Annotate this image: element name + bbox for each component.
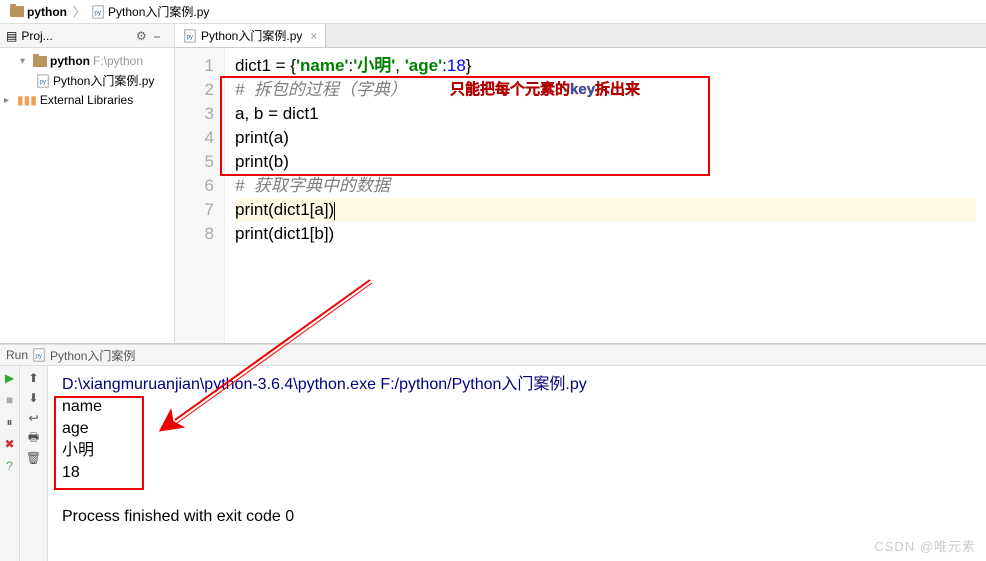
up-icon[interactable]: ⬆ [26,370,42,386]
svg-text:py: py [95,9,102,16]
folder-icon [33,56,47,67]
chevron-down-icon[interactable]: ▾ [20,56,30,67]
tree-external-libs-label: External Libraries [40,93,133,107]
line-number: 4 [179,126,214,150]
code-editor[interactable]: 1 2 3 4 5 6 7 8 dict1 = {'name':'小明', 'a… [175,48,986,343]
python-file-icon: py [36,74,50,88]
project-title-icon: ▤ [6,29,17,43]
project-header: ▤ Proj... ⚙ ⎯ [0,24,174,48]
close-icon[interactable]: × [310,29,317,43]
line-number: 1 [179,54,214,78]
tree-root-label: python [50,54,90,68]
line-gutter: 1 2 3 4 5 6 7 8 [175,48,225,343]
tree-file[interactable]: py Python入门案例.py [0,70,174,91]
pause-icon[interactable]: ⏸ [2,414,18,430]
run-toolbar-left: ▶ ■ ⏸ ✖ ? [0,366,20,561]
tree-file-label: Python入门案例.py [53,72,154,89]
tree-root-path: F:\python [93,54,143,68]
python-file-icon: py [91,5,105,19]
line-number: 3 [179,102,214,126]
tab-python-file[interactable]: py Python入门案例.py × [175,24,326,47]
code-line: a, b = dict1 [235,102,976,126]
editor-area: py Python入门案例.py × 1 2 3 4 5 6 7 8 dict1… [175,24,986,343]
console-line: 小明 [62,440,972,462]
hide-icon[interactable]: ⎯ [154,29,168,43]
trash-icon[interactable]: 🗑 [26,450,42,466]
code-line: # 拆包的过程（字典） [235,78,976,102]
code-line: dict1 = {'name':'小明', 'age':18} [235,54,976,78]
tree-root[interactable]: ▾ python F:\python [0,52,174,70]
python-file-icon: py [32,348,46,362]
breadcrumb-file[interactable]: py Python入门案例.py [87,3,213,20]
breadcrumb-file-label: Python入门案例.py [108,3,209,20]
print-icon[interactable]: 🖶 [26,430,42,446]
code-line: print(a) [235,126,976,150]
code-line: print(dict1[a]) [235,198,976,222]
rerun-icon[interactable]: ▶ [2,370,18,386]
text-caret [334,202,335,220]
code-line: print(b) [235,150,976,174]
breadcrumb-project-label: python [27,5,67,19]
code-content[interactable]: dict1 = {'name':'小明', 'age':18} # 拆包的过程（… [225,48,986,343]
project-title: Proj... [21,29,52,43]
chevron-right-icon[interactable]: ▸ [4,95,14,106]
console-exit: Process finished with exit code 0 [62,506,972,528]
line-number: 7 [179,198,214,222]
project-tool-window: ▤ Proj... ⚙ ⎯ ▾ python F:\python py Pyth… [0,24,175,343]
console-line: name [62,396,972,418]
console-command: D:\xiangmuruanjian\python-3.6.4\python.e… [62,374,972,396]
run-toolbar-right: ⬆ ⬇ ↩ 🖶 🗑 [20,366,48,561]
console-output[interactable]: D:\xiangmuruanjian\python-3.6.4\python.e… [48,366,986,561]
project-tree[interactable]: ▾ python F:\python py Python入门案例.py ▸ ▮▮… [0,48,174,343]
line-number: 8 [179,222,214,246]
svg-text:py: py [187,33,194,40]
stop-icon[interactable]: ■ [2,392,18,408]
breadcrumb-project[interactable]: python [6,5,71,19]
console-line: 18 [62,462,972,484]
close-icon[interactable]: ✖ [2,436,18,452]
python-file-icon: py [183,29,197,43]
breadcrumb: python 〉 py Python入门案例.py [0,0,986,24]
run-tool-window: Run py Python入门案例 ▶ ■ ⏸ ✖ ? ⬆ ⬇ ↩ 🖶 🗑 D:… [0,344,986,561]
line-number: 6 [179,174,214,198]
tree-external-libs[interactable]: ▸ ▮▮▮ External Libraries [0,91,174,109]
help-icon[interactable]: ? [2,458,18,474]
run-header: Run py Python入门案例 [0,344,986,366]
code-line: # 获取字典中的数据 [235,174,976,198]
tab-label: Python入门案例.py [201,27,302,44]
editor-tabs: py Python入门案例.py × [175,24,986,48]
run-header-prefix: Run [6,348,28,362]
code-line: print(dict1[b]) [235,222,976,246]
wrap-icon[interactable]: ↩ [26,410,42,426]
folder-icon [10,6,24,17]
svg-text:py: py [40,78,47,85]
line-number: 5 [179,150,214,174]
library-icon: ▮▮▮ [17,93,37,107]
down-icon[interactable]: ⬇ [26,390,42,406]
chevron-right-icon: 〉 [73,3,85,20]
line-number: 2 [179,78,214,102]
svg-text:py: py [36,353,43,360]
console-line: age [62,418,972,440]
run-header-title: Python入门案例 [50,347,135,364]
gear-icon[interactable]: ⚙ [136,29,150,43]
